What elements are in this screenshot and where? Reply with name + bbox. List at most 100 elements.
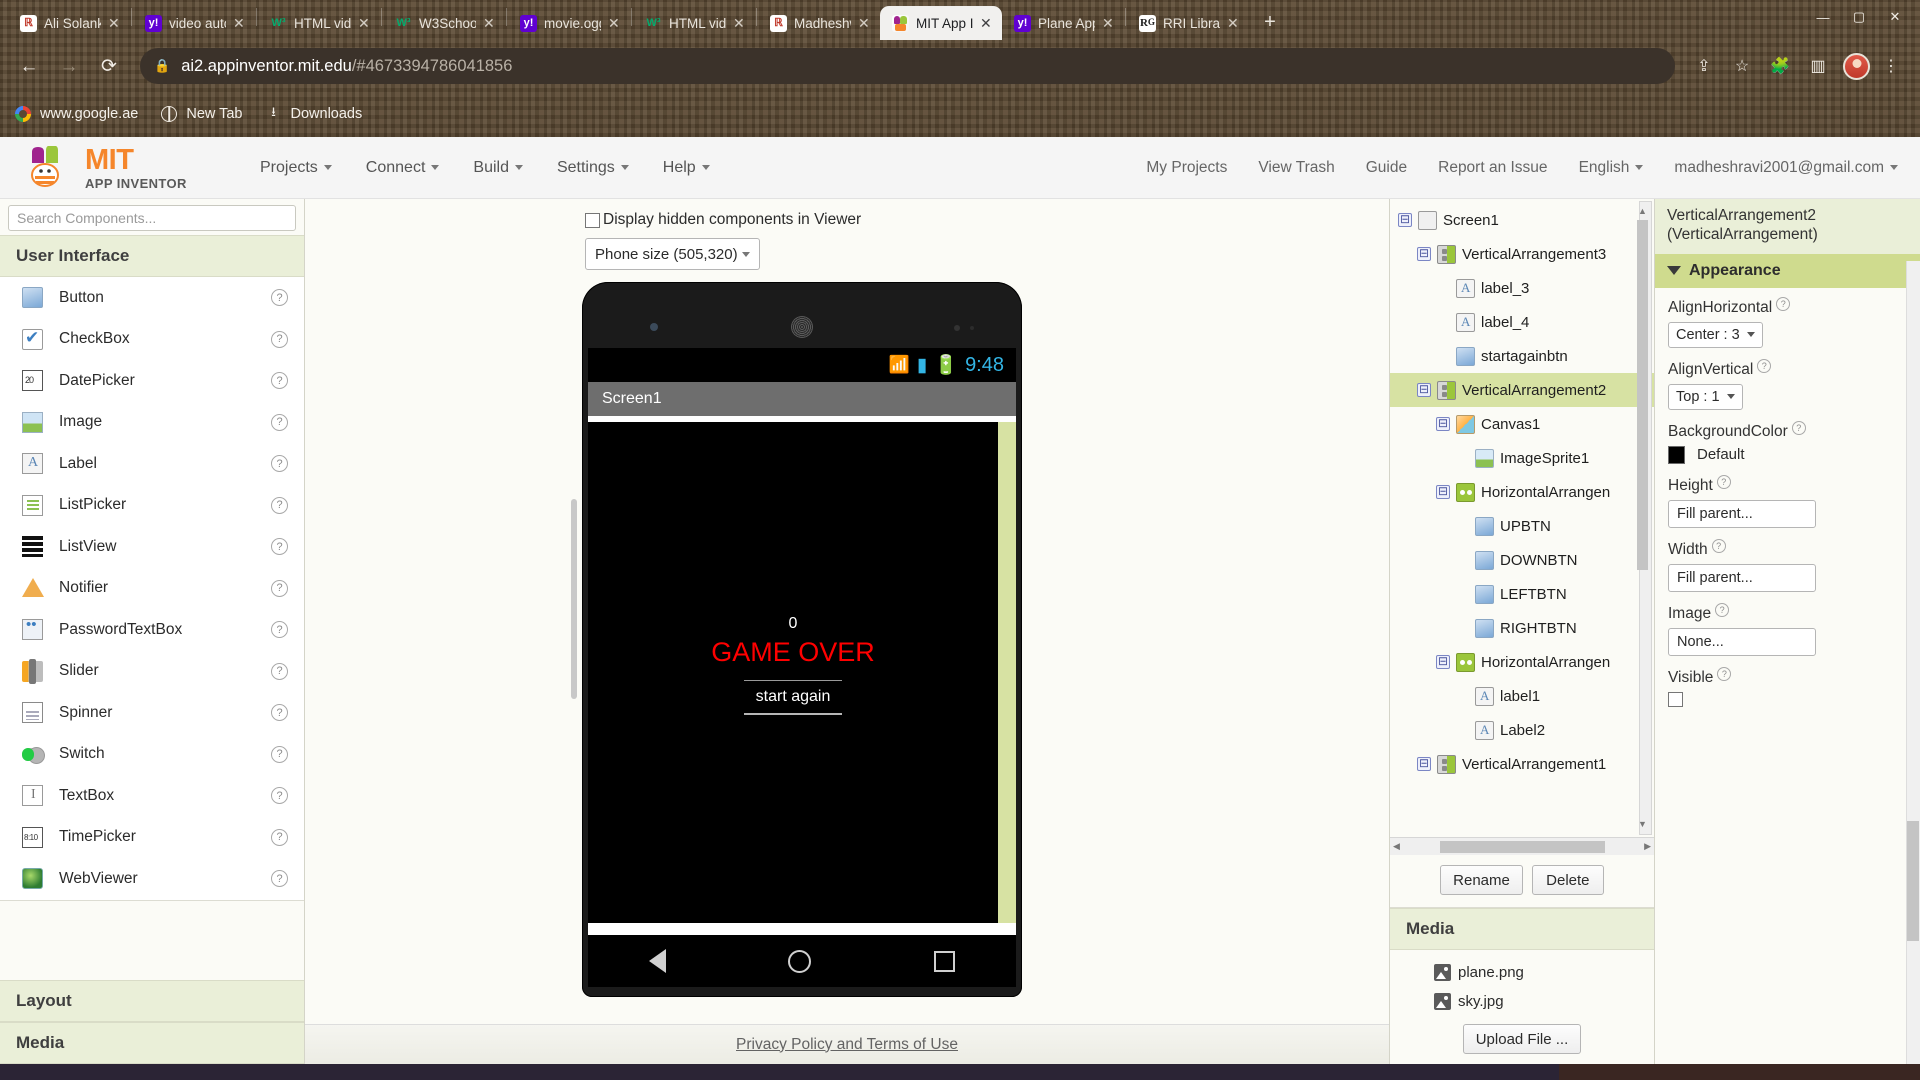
help-icon[interactable]: ? xyxy=(1715,602,1730,617)
nav-projects[interactable]: Projects xyxy=(260,159,332,177)
palette-section-user-interface[interactable]: User Interface xyxy=(0,235,304,277)
help-icon[interactable]: ? xyxy=(1716,474,1731,489)
palette-item-slider[interactable]: Slider ? xyxy=(0,651,304,693)
nav-settings[interactable]: Settings xyxy=(557,159,629,177)
palette-section-layout[interactable]: Layout xyxy=(0,980,304,1022)
tree-node-verticalarrangement3[interactable]: ⊟ VerticalArrangement3 xyxy=(1390,237,1654,271)
close-icon[interactable]: ✕ xyxy=(608,16,622,30)
close-icon[interactable]: ✕ xyxy=(108,16,122,30)
bookmark-star-icon[interactable]: ☆ xyxy=(1725,49,1759,83)
privacy-policy-link[interactable]: Privacy Policy and Terms of Use xyxy=(736,1036,958,1054)
browser-menu-icon[interactable]: ⋮ xyxy=(1874,49,1908,83)
close-icon[interactable]: ✕ xyxy=(1102,16,1116,30)
collapse-icon[interactable]: ⊟ xyxy=(1417,383,1431,397)
tree-node-startagainbtn[interactable]: startagainbtn xyxy=(1390,339,1654,373)
help-icon[interactable]: ? xyxy=(271,704,288,722)
height-input[interactable]: Fill parent... xyxy=(1668,499,1816,528)
recents-nav-icon[interactable] xyxy=(933,950,955,972)
help-icon[interactable]: ? xyxy=(1711,538,1726,553)
collapse-icon[interactable]: ⊟ xyxy=(1417,757,1431,771)
viewer-scrollbar[interactable] xyxy=(571,499,577,699)
back-nav-icon[interactable] xyxy=(649,949,667,973)
nav-account[interactable]: madheshravi2001@gmail.com xyxy=(1674,159,1898,177)
tree-node-label2[interactable]: Label2 xyxy=(1390,713,1654,747)
palette-item-notifier[interactable]: Notifier ? xyxy=(0,568,304,610)
forward-button[interactable]: → xyxy=(52,49,86,83)
collapse-icon[interactable]: ⊟ xyxy=(1398,213,1412,227)
palette-item-timepicker[interactable]: TimePicker ? xyxy=(0,817,304,859)
collapse-icon[interactable]: ⊟ xyxy=(1436,417,1450,431)
nav-view-trash[interactable]: View Trash xyxy=(1258,159,1334,177)
help-icon[interactable]: ? xyxy=(271,621,288,639)
tree-hscroll-thumb[interactable] xyxy=(1439,840,1605,853)
scroll-down-icon[interactable]: ▼ xyxy=(1637,818,1648,831)
nav-language[interactable]: English xyxy=(1579,159,1644,177)
nav-guide[interactable]: Guide xyxy=(1366,159,1407,177)
help-icon[interactable]: ? xyxy=(271,787,288,805)
alignvertical-select[interactable]: Top : 1 xyxy=(1668,383,1743,410)
display-hidden-components-checkbox[interactable] xyxy=(585,212,600,228)
home-nav-icon[interactable] xyxy=(788,949,812,973)
help-icon[interactable]: ? xyxy=(271,330,288,348)
extensions-icon[interactable]: 🧩 xyxy=(1763,49,1797,83)
maximize-icon[interactable]: ▢ xyxy=(1842,4,1876,30)
close-icon[interactable]: ✕ xyxy=(733,16,747,30)
palette-item-listview[interactable]: ListView ? xyxy=(0,526,304,568)
tree-node-canvas1[interactable]: ⊟ Canvas1 xyxy=(1390,407,1654,441)
palette-section-media[interactable]: Media xyxy=(0,1022,304,1064)
bookmark-item[interactable]: ⭳ Downloads xyxy=(265,104,362,123)
tree-scroll-thumb[interactable] xyxy=(1637,220,1648,570)
palette-item-switch[interactable]: Switch ? xyxy=(0,734,304,776)
close-icon[interactable]: ✕ xyxy=(483,16,497,30)
media-file-sky[interactable]: sky.jpg xyxy=(1390,987,1654,1016)
palette-item-passwordtextbox[interactable]: PasswordTextBox ? xyxy=(0,609,304,651)
help-icon[interactable]: ? xyxy=(271,662,288,680)
alignhorizontal-select[interactable]: Center : 3 xyxy=(1668,321,1763,348)
tree-node-verticalarrangement1[interactable]: ⊟ VerticalArrangement1 xyxy=(1390,747,1654,781)
sidepanel-icon[interactable]: ▥ xyxy=(1801,49,1835,83)
palette-item-label[interactable]: Label ? xyxy=(0,443,304,485)
scroll-left-icon[interactable]: ◀ xyxy=(1393,841,1400,852)
new-tab-button[interactable]: + xyxy=(1255,7,1285,37)
tree-node-leftbtn[interactable]: LEFTBTN xyxy=(1390,577,1654,611)
nav-connect[interactable]: Connect xyxy=(366,159,440,177)
visible-checkbox[interactable] xyxy=(1668,691,1683,707)
collapse-icon[interactable]: ⊟ xyxy=(1436,655,1450,669)
tree-node-horizontalarrangement2[interactable]: ⊟ HorizontalArrangen xyxy=(1390,645,1654,679)
tree-node-label-3[interactable]: label_3 xyxy=(1390,271,1654,305)
properties-scroll-thumb[interactable] xyxy=(1907,821,1919,941)
browser-tab[interactable]: y! movie.ogg ✕ xyxy=(508,6,630,40)
help-icon[interactable]: ? xyxy=(271,455,288,473)
delete-button[interactable]: Delete xyxy=(1531,865,1604,895)
browser-tab[interactable]: W³ W3Schools ✕ xyxy=(383,6,505,40)
close-icon[interactable]: ✕ xyxy=(233,16,247,30)
scroll-up-icon[interactable]: ▲ xyxy=(1637,205,1648,218)
close-icon[interactable]: ✕ xyxy=(858,16,872,30)
palette-item-datepicker[interactable]: DatePicker ? xyxy=(0,360,304,402)
reload-button[interactable]: ⟳ xyxy=(92,49,126,83)
palette-item-checkbox[interactable]: CheckBox ? xyxy=(0,319,304,361)
nav-report-an-issue[interactable]: Report an Issue xyxy=(1438,159,1547,177)
collapse-icon[interactable]: ⊟ xyxy=(1436,485,1450,499)
tree-node-upbtn[interactable]: UPBTN xyxy=(1390,509,1654,543)
help-icon[interactable]: ? xyxy=(271,745,288,763)
close-icon[interactable]: ✕ xyxy=(980,16,994,30)
browser-tab[interactable]: ℝ Madheshw ✕ xyxy=(758,6,880,40)
help-icon[interactable]: ? xyxy=(1717,666,1732,681)
help-icon[interactable]: ? xyxy=(271,870,288,888)
palette-item-button[interactable]: Button ? xyxy=(0,277,304,319)
browser-tab[interactable]: ℝ Ali Solanki ✕ xyxy=(8,6,130,40)
help-icon[interactable]: ? xyxy=(271,828,288,846)
help-icon[interactable]: ? xyxy=(271,579,288,597)
phone-size-select[interactable]: Phone size (505,320) xyxy=(585,238,760,270)
palette-item-listpicker[interactable]: ListPicker ? xyxy=(0,485,304,527)
nav-my-projects[interactable]: My Projects xyxy=(1146,159,1227,177)
help-icon[interactable]: ? xyxy=(271,289,288,307)
canvas-game-area[interactable]: 0 GAME OVER start again xyxy=(588,422,998,923)
browser-tab-active[interactable]: MIT App In ✕ xyxy=(880,6,1002,40)
tree-node-rightbtn[interactable]: RIGHTBTN xyxy=(1390,611,1654,645)
palette-item-webviewer[interactable]: WebViewer ? xyxy=(0,858,304,900)
palette-item-spinner[interactable]: Spinner ? xyxy=(0,692,304,734)
tree-vertical-scrollbar[interactable]: ▲ ▼ xyxy=(1637,201,1652,835)
upload-file-button[interactable]: Upload File ... xyxy=(1462,1024,1582,1054)
